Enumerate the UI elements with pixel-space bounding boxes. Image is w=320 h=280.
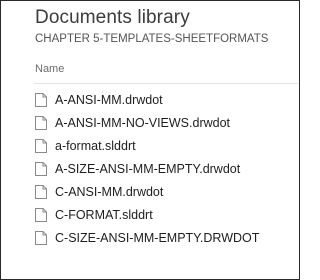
file-name: C-FORMAT.slddrt: [55, 207, 153, 222]
document-icon: [35, 161, 47, 176]
library-folder-path[interactable]: CHAPTER 5-TEMPLATES-SHEETFORMATS: [35, 33, 268, 45]
file-name: A-ANSI-MM-NO-VIEWS.drwdot: [55, 115, 231, 130]
file-item[interactable]: A-ANSI-MM.drwdot: [35, 89, 299, 110]
documents-library-window: Documents library CHAPTER 5-TEMPLATES-SH…: [0, 0, 300, 280]
file-item[interactable]: A-ANSI-MM-NO-VIEWS.drwdot: [35, 112, 299, 133]
column-header-row: Name: [34, 61, 298, 84]
file-item[interactable]: A-SIZE-ANSI-MM-EMPTY.drwdot: [35, 158, 299, 179]
file-item[interactable]: C-ANSI-MM.drwdot: [35, 181, 299, 202]
file-item[interactable]: a-format.slddrt: [35, 135, 299, 156]
file-list: A-ANSI-MM.drwdot A-ANSI-MM-NO-VIEWS.drwd…: [35, 89, 299, 250]
file-name: a-format.slddrt: [55, 138, 136, 153]
document-icon: [35, 92, 47, 107]
document-icon: [35, 230, 47, 245]
document-icon: [35, 184, 47, 199]
library-title: Documents library: [35, 7, 190, 28]
file-name: C-ANSI-MM.drwdot: [55, 184, 164, 199]
document-icon: [35, 207, 47, 222]
file-name: C-SIZE-ANSI-MM-EMPTY.DRWDOT: [55, 230, 260, 245]
file-item[interactable]: C-FORMAT.slddrt: [35, 204, 299, 225]
file-item[interactable]: C-SIZE-ANSI-MM-EMPTY.DRWDOT: [35, 227, 299, 248]
column-header-name[interactable]: Name: [35, 63, 64, 75]
file-name: A-ANSI-MM.drwdot: [55, 92, 163, 107]
file-name: A-SIZE-ANSI-MM-EMPTY.drwdot: [55, 161, 241, 176]
document-icon: [35, 138, 47, 153]
document-icon: [35, 115, 47, 130]
